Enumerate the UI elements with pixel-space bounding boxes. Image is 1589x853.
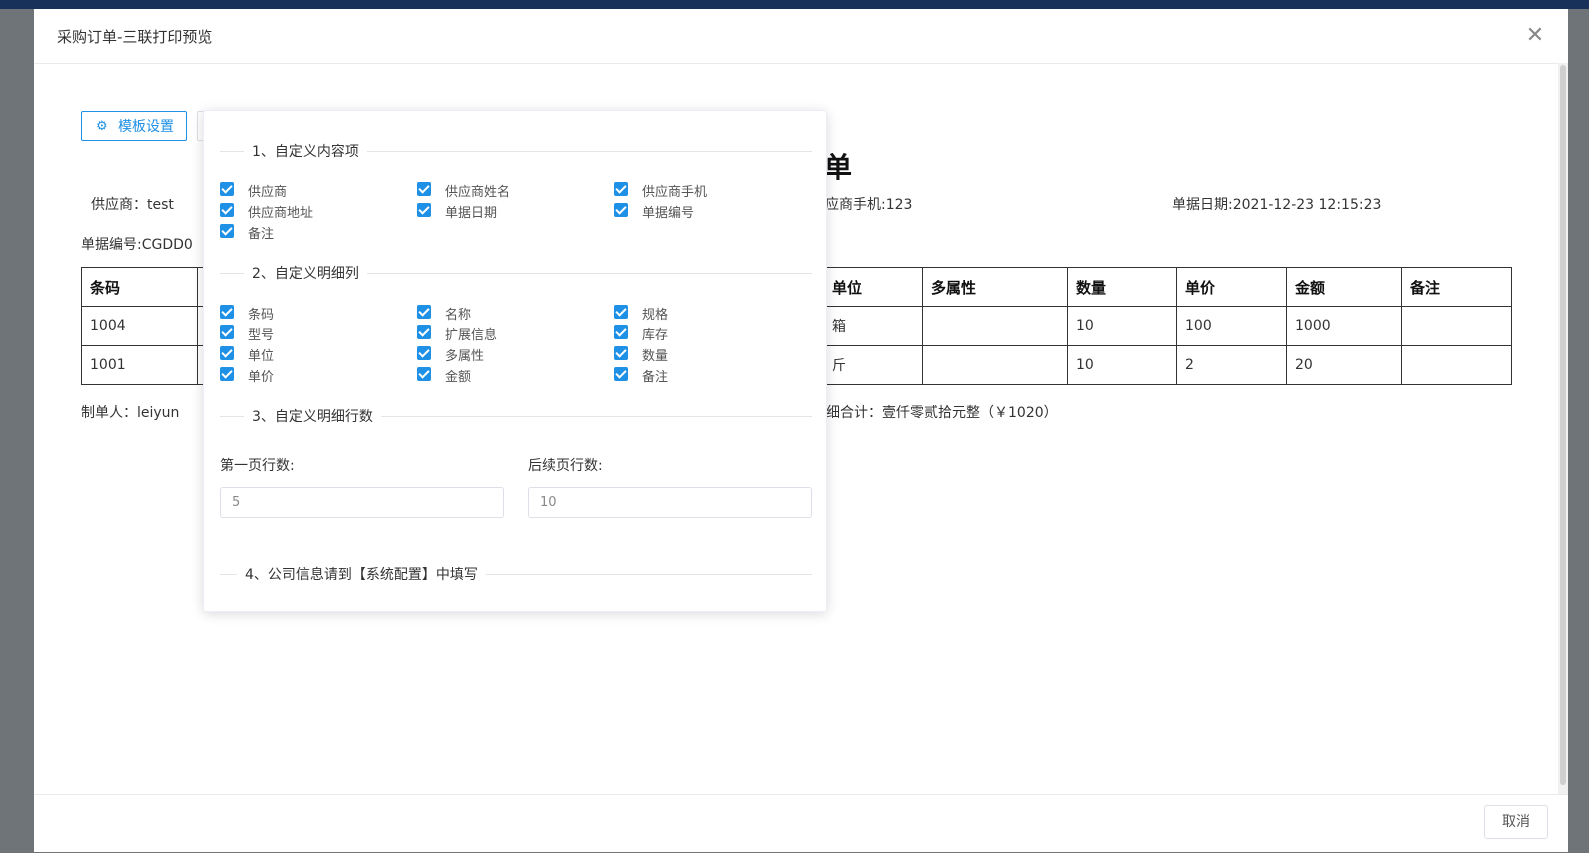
template-settings-popover: 1、自定义内容项 供应商 供应商姓名 供应商手机 供应商地址 单据日期 单据编号… <box>203 110 827 612</box>
cell-price: 2 <box>1176 345 1287 385</box>
template-settings-label: 模板设置 <box>118 119 174 135</box>
col-header-qty: 数量 <box>1067 267 1177 307</box>
col-header-barcode: 条码 <box>81 267 198 307</box>
cell-amount: 20 <box>1286 345 1402 385</box>
template-settings-button[interactable]: ⚙ 模板设置 <box>81 111 187 141</box>
cancel-button[interactable]: 取消 <box>1484 805 1548 839</box>
col-header-unit: 单位 <box>823 267 923 307</box>
cell-qty: 10 <box>1067 345 1177 385</box>
gear-icon: ⚙ <box>96 119 108 134</box>
supplier-phone-text: 应商手机:123 <box>825 197 913 213</box>
scrollbar-thumb[interactable] <box>1560 65 1566 785</box>
checkbox-icon[interactable] <box>417 346 431 360</box>
checkbox-icon[interactable] <box>417 182 431 196</box>
checkbox-icon[interactable] <box>220 367 234 381</box>
checkbox-icon[interactable] <box>614 203 628 217</box>
checkbox-icon[interactable] <box>417 325 431 339</box>
checkbox-icon[interactable] <box>614 325 628 339</box>
dialog-footer: 取消 <box>34 794 1568 853</box>
next-page-rows-label: 后续页行数: <box>528 458 603 474</box>
section-company-info: 4、公司信息请到【系统配置】中填写 <box>220 564 812 584</box>
checkbox-icon[interactable] <box>614 305 628 319</box>
checkbox-icon[interactable] <box>220 203 234 217</box>
cell-attrs <box>922 306 1068 346</box>
section-title: 3、自定义明细行数 <box>244 406 381 426</box>
checkbox-icon[interactable] <box>417 305 431 319</box>
document-number-text: 单据编号:CGDD0 <box>81 237 193 253</box>
checkbox-icon[interactable] <box>220 346 234 360</box>
cell-remark <box>1401 306 1512 346</box>
close-icon[interactable]: ✕ <box>1524 25 1546 47</box>
checkbox-icon[interactable] <box>220 182 234 196</box>
col-header-attrs: 多属性 <box>922 267 1068 307</box>
dialog-header: 采购订单-三联打印预览 ✕ <box>34 9 1568 64</box>
section-custom-columns: 2、自定义明细列 <box>220 263 812 283</box>
cell-barcode: 1004 <box>81 306 198 346</box>
section-custom-rows: 3、自定义明细行数 <box>220 406 812 426</box>
maker-text: 制单人：leiyun <box>81 405 180 421</box>
dialog-title: 采购订单-三联打印预览 <box>57 28 213 46</box>
cell-remark <box>1401 345 1512 385</box>
checkbox-icon[interactable] <box>220 325 234 339</box>
cell-barcode: 1001 <box>81 345 198 385</box>
checkbox-icon[interactable] <box>614 182 628 196</box>
section-title: 1、自定义内容项 <box>244 141 367 161</box>
total-text: 细合计：壹仟零贰拾元整（￥1020） <box>826 405 1058 421</box>
cell-price: 100 <box>1176 306 1287 346</box>
app-topbar <box>0 0 1589 9</box>
first-page-rows-input[interactable]: 5 <box>220 487 504 518</box>
first-page-rows-label: 第一页行数: <box>220 458 295 474</box>
section-title: 4、公司信息请到【系统配置】中填写 <box>237 564 486 584</box>
section-title: 2、自定义明细列 <box>244 263 367 283</box>
checkbox-icon[interactable] <box>220 305 234 319</box>
cell-unit: 斤 <box>823 345 923 385</box>
checkbox-icon[interactable] <box>614 346 628 360</box>
col-header-remark: 备注 <box>1401 267 1512 307</box>
col-header-price: 单价 <box>1176 267 1287 307</box>
col-header-amount: 金额 <box>1286 267 1402 307</box>
cell-attrs <box>922 345 1068 385</box>
cell-amount: 1000 <box>1286 306 1402 346</box>
section-custom-content: 1、自定义内容项 <box>220 141 812 161</box>
checkbox-icon[interactable] <box>614 367 628 381</box>
checkbox-icon[interactable] <box>220 224 234 238</box>
checkbox-icon[interactable] <box>417 367 431 381</box>
cell-qty: 10 <box>1067 306 1177 346</box>
cell-unit: 箱 <box>823 306 923 346</box>
supplier-text: 供应商：test <box>91 197 174 213</box>
next-page-rows-input[interactable]: 10 <box>528 487 812 518</box>
checkbox-icon[interactable] <box>417 203 431 217</box>
document-date-text: 单据日期:2021-12-23 12:15:23 <box>1172 197 1382 213</box>
document-title: 单 <box>824 151 853 184</box>
